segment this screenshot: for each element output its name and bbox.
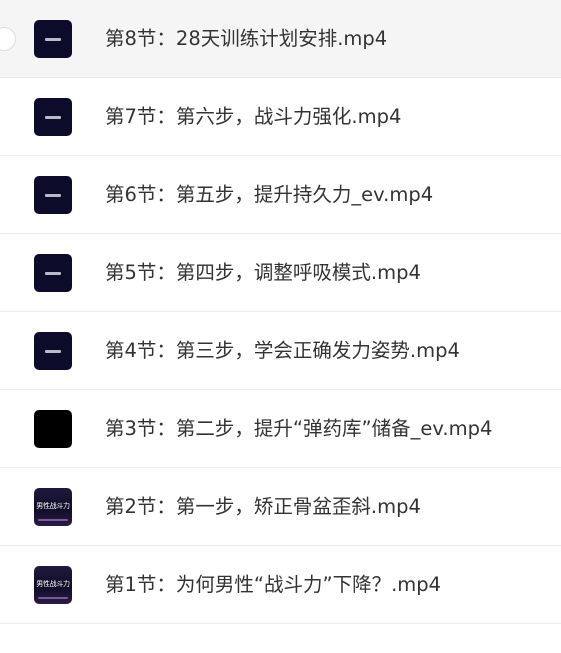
video-thumbnail — [34, 254, 72, 292]
file-row[interactable]: 第4节：第三步，学会正确发力姿势.mp4 — [0, 312, 561, 390]
file-row[interactable]: 第8节：28天训练计划安排.mp4 — [0, 0, 561, 78]
file-name: 第2节：第一步，矫正骨盆歪斜.mp4 — [105, 495, 421, 518]
file-name: 第3节：第二步，提升“弹药库”储备_ev.mp4 — [105, 417, 493, 440]
file-name: 第8节：28天训练计划安排.mp4 — [105, 27, 388, 50]
select-radio[interactable] — [0, 27, 16, 51]
file-name: 第7节：第六步，战斗力强化.mp4 — [105, 105, 402, 128]
file-row[interactable]: 男性战斗力 第2节：第一步，矫正骨盆歪斜.mp4 — [0, 468, 561, 546]
file-list: 第8节：28天训练计划安排.mp4 第7节：第六步，战斗力强化.mp4 第6节：… — [0, 0, 561, 624]
video-thumbnail — [34, 176, 72, 214]
video-thumbnail: 男性战斗力 — [34, 488, 72, 526]
video-thumbnail — [34, 98, 72, 136]
file-row[interactable]: 第3节：第二步，提升“弹药库”储备_ev.mp4 — [0, 390, 561, 468]
file-row[interactable]: 男性战斗力 第1节：为何男性“战斗力”下降？.mp4 — [0, 546, 561, 624]
file-name: 第4节：第三步，学会正确发力姿势.mp4 — [105, 339, 460, 362]
file-row[interactable]: 第7节：第六步，战斗力强化.mp4 — [0, 78, 561, 156]
file-name: 第5节：第四步，调整呼吸模式.mp4 — [105, 261, 421, 284]
file-name: 第6节：第五步，提升持久力_ev.mp4 — [105, 183, 434, 206]
video-thumbnail — [34, 410, 72, 448]
thumbnail-title: 男性战斗力 — [36, 502, 70, 510]
file-row[interactable]: 第6节：第五步，提升持久力_ev.mp4 — [0, 156, 561, 234]
thumbnail-title: 男性战斗力 — [36, 580, 70, 588]
file-name: 第1节：为何男性“战斗力”下降？.mp4 — [105, 573, 442, 596]
video-thumbnail: 男性战斗力 — [34, 566, 72, 604]
file-row[interactable]: 第5节：第四步，调整呼吸模式.mp4 — [0, 234, 561, 312]
video-thumbnail — [34, 332, 72, 370]
video-thumbnail — [34, 20, 72, 58]
